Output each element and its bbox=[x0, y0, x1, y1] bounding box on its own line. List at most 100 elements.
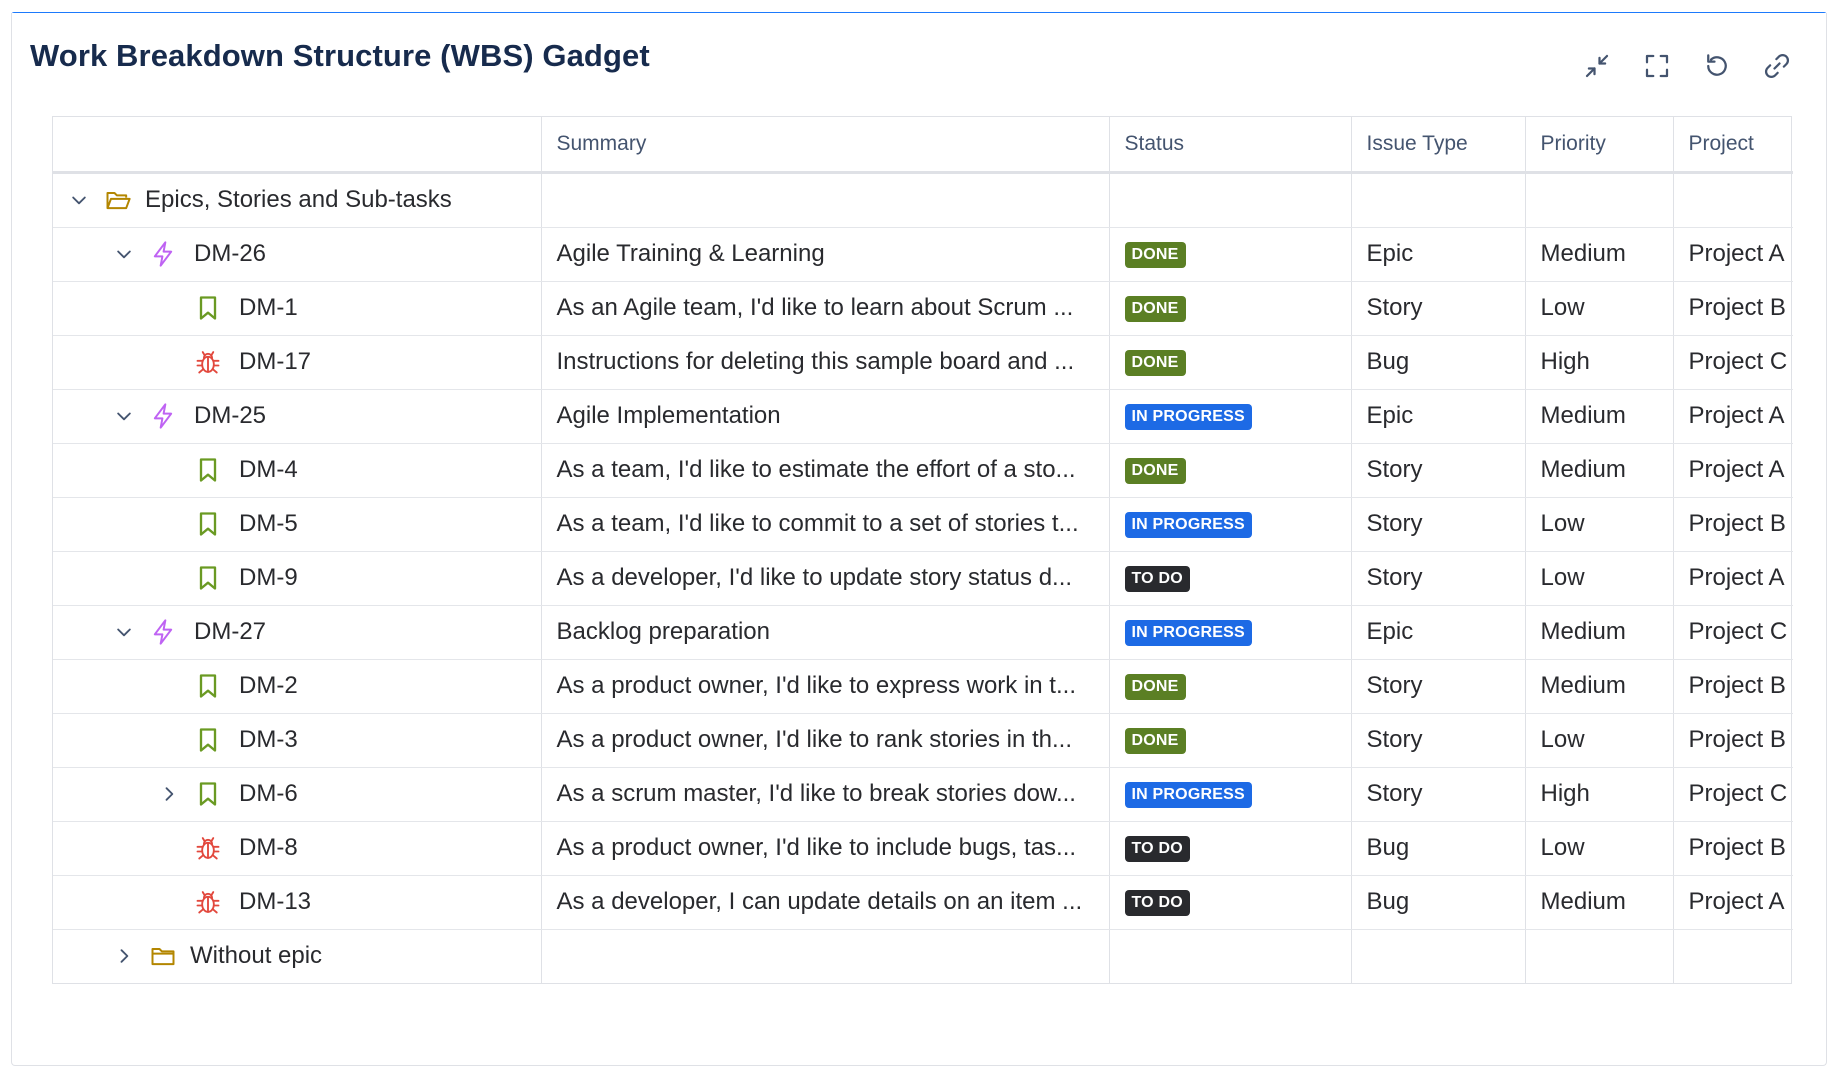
table-row[interactable]: DM-1 As an Agile team, I'd like to learn… bbox=[53, 281, 1793, 336]
table-row[interactable]: DM-27 Backlog preparation IN PROGRESS Ep… bbox=[53, 605, 1793, 660]
link-button[interactable] bbox=[1759, 48, 1795, 84]
column-header-priority[interactable]: Priority bbox=[1525, 117, 1674, 174]
issue-key-link[interactable]: DM-6 bbox=[239, 780, 298, 808]
priority-cell: Medium bbox=[1525, 227, 1674, 282]
collapse-button[interactable] bbox=[1579, 48, 1615, 84]
column-header-issue-type[interactable]: Issue Type bbox=[1351, 117, 1526, 174]
issue-key-link[interactable]: DM-17 bbox=[239, 348, 311, 376]
summary-cell: As a product owner, I'd like to include … bbox=[541, 821, 1110, 876]
priority-cell: Medium bbox=[1525, 875, 1674, 930]
issue-key-link[interactable]: DM-9 bbox=[239, 564, 298, 592]
table-row[interactable]: DM-4 As a team, I'd like to estimate the… bbox=[53, 443, 1793, 498]
table-row[interactable]: Without epic bbox=[53, 929, 1793, 983]
refresh-button[interactable] bbox=[1699, 48, 1735, 84]
status-lozenge: IN PROGRESS bbox=[1124, 619, 1252, 646]
tree-cell: DM-26 bbox=[53, 227, 542, 282]
priority-cell: Low bbox=[1525, 281, 1674, 336]
project-cell: Project C bbox=[1673, 335, 1793, 390]
status-cell: DONE bbox=[1109, 443, 1352, 498]
summary-cell: As a team, I'd like to estimate the effo… bbox=[541, 443, 1110, 498]
issue-key-link[interactable]: DM-1 bbox=[239, 294, 298, 322]
status-lozenge: DONE bbox=[1124, 295, 1186, 322]
table-row[interactable]: DM-6 As a scrum master, I'd like to brea… bbox=[53, 767, 1793, 822]
column-header-summary[interactable]: Summary bbox=[541, 117, 1110, 174]
summary-cell: Agile Implementation bbox=[541, 389, 1110, 444]
issue-key-link[interactable]: DM-5 bbox=[239, 510, 298, 538]
tree-cell: DM-27 bbox=[53, 605, 542, 660]
chevron-placeholder bbox=[155, 294, 183, 322]
tree-cell: DM-3 bbox=[53, 713, 542, 768]
refresh-icon bbox=[1707, 54, 1727, 76]
story-bookmark-icon bbox=[193, 779, 223, 809]
table-row[interactable]: DM-26 Agile Training & Learning DONE Epi… bbox=[53, 227, 1793, 282]
summary-cell: As a team, I'd like to commit to a set o… bbox=[541, 497, 1110, 552]
status-cell: DONE bbox=[1109, 659, 1352, 714]
issue-key-link[interactable]: DM-26 bbox=[194, 240, 266, 268]
chevron-down-icon[interactable] bbox=[110, 240, 138, 268]
status-lozenge: IN PROGRESS bbox=[1124, 781, 1252, 808]
chevron-placeholder bbox=[155, 564, 183, 592]
status-lozenge: DONE bbox=[1124, 457, 1186, 484]
tree-cell: DM-4 bbox=[53, 443, 542, 498]
status-lozenge: TO DO bbox=[1124, 889, 1190, 916]
tree-cell: DM-2 bbox=[53, 659, 542, 714]
issue-key-link[interactable]: DM-27 bbox=[194, 618, 266, 646]
wbs-table-container: Summary Status Issue Type Priority Proje… bbox=[52, 116, 1793, 984]
folder-icon bbox=[148, 941, 178, 971]
issue-key-link[interactable]: DM-25 bbox=[194, 402, 266, 430]
table-row[interactable]: Epics, Stories and Sub-tasks bbox=[53, 172, 1793, 228]
table-row[interactable]: DM-3 As a product owner, I'd like to ran… bbox=[53, 713, 1793, 768]
project-cell bbox=[1673, 929, 1793, 983]
issue-key-link[interactable]: DM-13 bbox=[239, 888, 311, 916]
issue-key-link[interactable]: DM-4 bbox=[239, 456, 298, 484]
tree-cell: DM-17 bbox=[53, 335, 542, 390]
issue-type-cell: Story bbox=[1351, 551, 1526, 606]
column-header-tree bbox=[53, 117, 542, 174]
issue-type-cell: Epic bbox=[1351, 605, 1526, 660]
chevron-right-icon[interactable] bbox=[155, 780, 183, 808]
bug-icon bbox=[193, 347, 223, 377]
tree-cell: DM-25 bbox=[53, 389, 542, 444]
issue-key-link[interactable]: DM-2 bbox=[239, 672, 298, 700]
project-cell: Project A bbox=[1673, 551, 1793, 606]
status-lozenge: IN PROGRESS bbox=[1124, 403, 1252, 430]
summary-cell: Agile Training & Learning bbox=[541, 227, 1110, 282]
issue-key-link[interactable]: DM-8 bbox=[239, 834, 298, 862]
column-header-status[interactable]: Status bbox=[1109, 117, 1352, 174]
issue-type-cell: Bug bbox=[1351, 875, 1526, 930]
chevron-down-icon[interactable] bbox=[110, 402, 138, 430]
summary-cell: As a scrum master, I'd like to break sto… bbox=[541, 767, 1110, 822]
priority-cell: Medium bbox=[1525, 389, 1674, 444]
priority-cell: Medium bbox=[1525, 605, 1674, 660]
story-bookmark-icon bbox=[193, 563, 223, 593]
chevron-down-icon[interactable] bbox=[65, 186, 93, 214]
status-cell: IN PROGRESS bbox=[1109, 389, 1352, 444]
issue-type-cell: Story bbox=[1351, 443, 1526, 498]
chevron-down-icon[interactable] bbox=[110, 618, 138, 646]
fullscreen-icon bbox=[1645, 54, 1669, 78]
chevron-right-icon[interactable] bbox=[110, 942, 138, 970]
collapse-icon bbox=[1585, 54, 1609, 78]
tree-cell: DM-13 bbox=[53, 875, 542, 930]
epic-lightning-icon bbox=[148, 617, 178, 647]
table-row[interactable]: DM-8 As a product owner, I'd like to inc… bbox=[53, 821, 1793, 876]
table-row[interactable]: DM-13 As a developer, I can update detai… bbox=[53, 875, 1793, 930]
status-lozenge: DONE bbox=[1124, 241, 1186, 268]
fullscreen-button[interactable] bbox=[1639, 48, 1675, 84]
table-row[interactable]: DM-2 As a product owner, I'd like to exp… bbox=[53, 659, 1793, 714]
summary-cell: As a developer, I can update details on … bbox=[541, 875, 1110, 930]
column-header-project[interactable]: Project bbox=[1673, 117, 1793, 174]
bug-icon bbox=[193, 887, 223, 917]
story-bookmark-icon bbox=[193, 509, 223, 539]
issue-type-cell: Story bbox=[1351, 281, 1526, 336]
table-row[interactable]: DM-25 Agile Implementation IN PROGRESS E… bbox=[53, 389, 1793, 444]
table-row[interactable]: DM-9 As a developer, I'd like to update … bbox=[53, 551, 1793, 606]
issue-type-cell: Epic bbox=[1351, 227, 1526, 282]
issue-key-link[interactable]: DM-3 bbox=[239, 726, 298, 754]
priority-cell: Medium bbox=[1525, 659, 1674, 714]
project-cell: Project B bbox=[1673, 713, 1793, 768]
table-row[interactable]: DM-17 Instructions for deleting this sam… bbox=[53, 335, 1793, 390]
status-cell: IN PROGRESS bbox=[1109, 605, 1352, 660]
project-cell: Project A bbox=[1673, 227, 1793, 282]
table-row[interactable]: DM-5 As a team, I'd like to commit to a … bbox=[53, 497, 1793, 552]
